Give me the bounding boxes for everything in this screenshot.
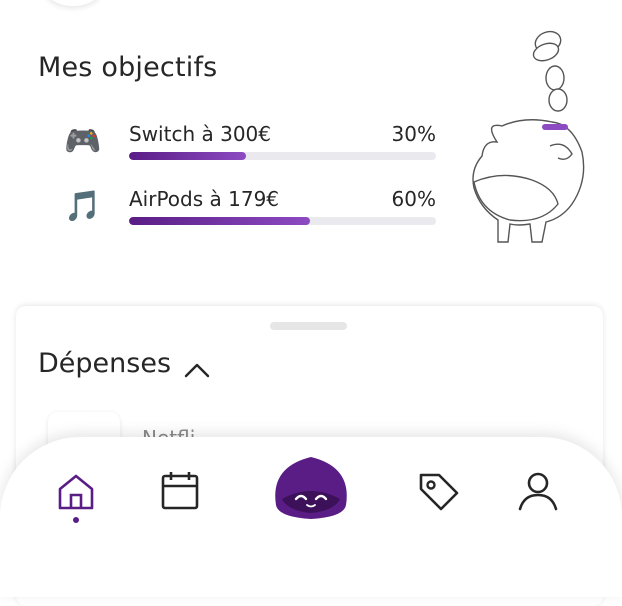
top-card-edge	[42, 0, 104, 6]
goals-title: Mes objectifs	[38, 52, 218, 83]
goal-progress-fill	[129, 152, 246, 160]
chevron-up-icon[interactable]	[184, 362, 210, 378]
calendar-icon[interactable]	[156, 467, 204, 515]
goal-name: Switch à 300€	[129, 122, 271, 146]
goal-name: AirPods à 179€	[129, 187, 280, 211]
active-indicator	[73, 517, 79, 523]
music-note-icon: 🎵	[64, 189, 102, 224]
drag-handle[interactable]	[270, 322, 347, 330]
goal-progress-track	[129, 217, 436, 225]
home-icon[interactable]	[52, 467, 100, 515]
gamepad-icon: 🎮	[64, 124, 102, 159]
goal-item-switch[interactable]: 🎮 Switch à 300€ 30%	[60, 118, 440, 168]
goal-progress-fill	[129, 217, 311, 225]
goal-percent: 30%	[391, 122, 436, 146]
piggy-bank-illustration	[472, 30, 585, 243]
goal-progress-track	[129, 152, 436, 160]
expenses-title: Dépenses	[38, 348, 172, 379]
goal-percent: 60%	[391, 187, 436, 211]
mascot-icon[interactable]	[268, 453, 354, 523]
goal-item-airpods[interactable]: 🎵 AirPods à 179€ 60%	[60, 183, 440, 233]
tag-icon[interactable]	[414, 467, 462, 515]
bottom-navigation	[0, 437, 622, 597]
user-icon[interactable]	[514, 467, 562, 515]
